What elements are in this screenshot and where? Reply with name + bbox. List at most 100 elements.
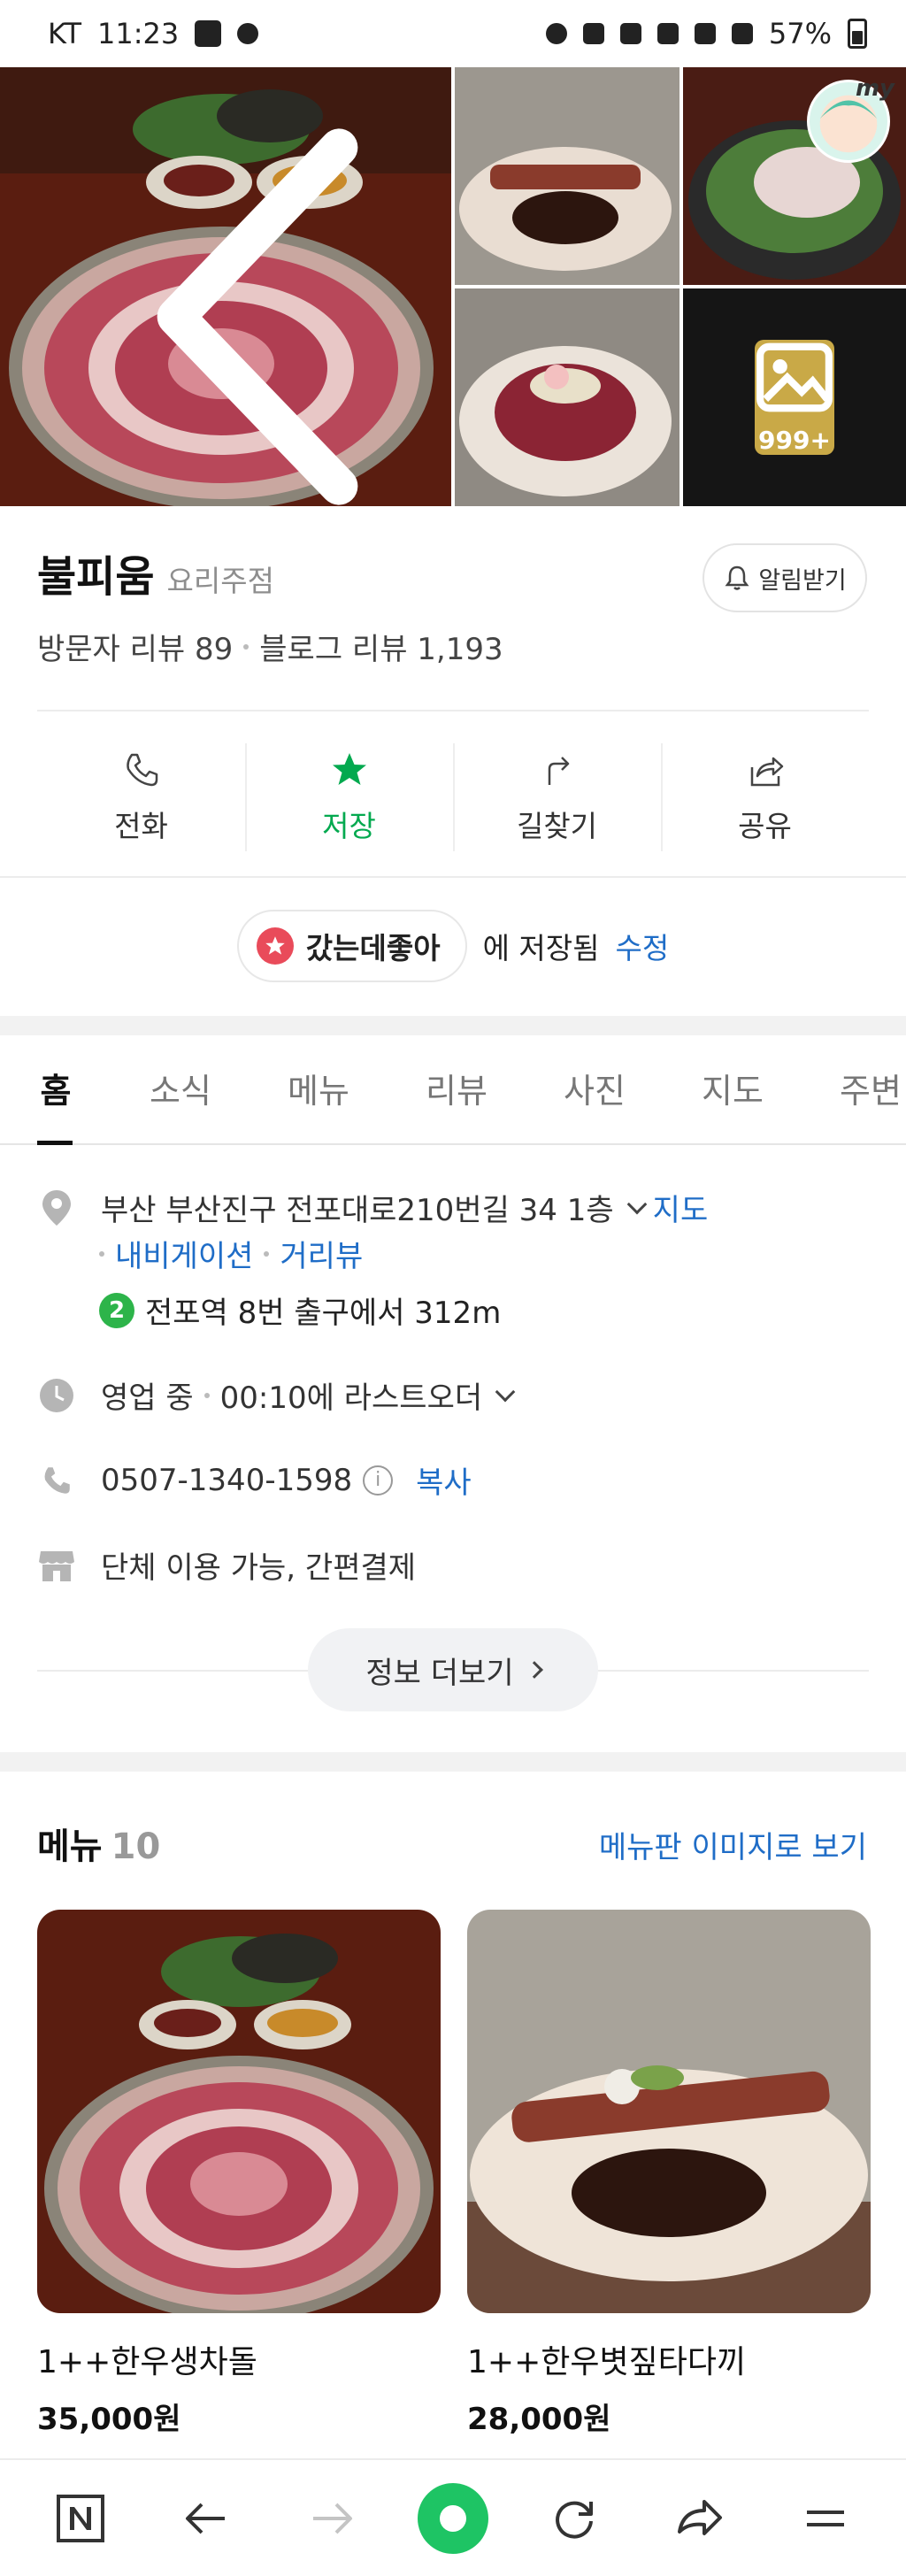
menu-item-price: 28,000원: [467, 2402, 611, 2437]
bell-icon: [725, 565, 749, 590]
my-label-icon: my: [855, 75, 894, 102]
review-summary: 방문자 리뷰 89 블로그 리뷰 1,193: [37, 625, 503, 668]
tab-nearby[interactable]: 주변: [802, 1032, 906, 1143]
navigation-link[interactable]: 내비게이션: [115, 1232, 253, 1275]
hours-detail: 00:10에 라스트오더: [219, 1380, 483, 1416]
subway-text: 전포역 8번 출구에서 312m: [145, 1296, 502, 1331]
wifi-icon: [656, 23, 679, 44]
copy-link[interactable]: 복사: [416, 1458, 472, 1502]
directions-button[interactable]: 길찾기: [453, 734, 661, 860]
info-icon[interactable]: i: [363, 1465, 394, 1496]
menu-item-name: 1++한우볏짚타다끼: [467, 2344, 747, 2380]
separator-dot: [264, 1250, 270, 1257]
more-info-button[interactable]: 정보 더보기: [308, 1628, 598, 1711]
directions-label: 길찾기: [516, 809, 598, 843]
forward-button[interactable]: [292, 2479, 372, 2558]
carrier-label: KT: [48, 17, 82, 50]
chevron-down-icon[interactable]: [495, 1381, 516, 1402]
menu-button[interactable]: [786, 2479, 865, 2558]
photo-gallery[interactable]: my 999+: [0, 67, 906, 506]
tab-home[interactable]: 홈: [0, 1032, 111, 1145]
image-icon: [756, 342, 833, 412]
more-photos-count: 999+: [758, 426, 831, 455]
chevron-right-icon: [525, 1661, 543, 1679]
phone-row: 0507-1340-1598 i 복사: [37, 1458, 472, 1502]
my-profile-avatar[interactable]: my: [807, 75, 894, 163]
battery-icon: [848, 19, 867, 49]
subway-line-badge: 2: [99, 1292, 134, 1328]
tataki-plate-image: [467, 1910, 871, 2313]
gallery-notification-icon: [195, 20, 222, 47]
share-label: 공유: [738, 809, 792, 843]
divider: [0, 876, 906, 878]
mute-icon: [619, 23, 641, 44]
menu-item-image: [467, 1910, 871, 2313]
alarm-button[interactable]: 알림받기: [703, 543, 867, 612]
menu-count: 10: [111, 1826, 161, 1867]
status-bar: KT 11:23 57%: [0, 0, 906, 67]
refresh-button[interactable]: [534, 2479, 614, 2558]
phone-number[interactable]: 0507-1340-1598: [101, 1463, 352, 1498]
separator-dot: [203, 1392, 210, 1398]
menu-item[interactable]: 1++한우생차돌 35,000원: [37, 1910, 441, 2438]
location-pin-icon: [37, 1188, 76, 1227]
main-photo[interactable]: [0, 67, 451, 506]
share-button[interactable]: 공유: [661, 734, 869, 860]
share-icon: [750, 757, 783, 787]
beef-platter-image: [37, 1910, 441, 2313]
place-title-row: 불피움 요리주점: [37, 542, 274, 604]
tab-map[interactable]: 지도: [664, 1032, 802, 1143]
separator-dot: [243, 643, 250, 650]
hamburger-icon: [807, 2510, 844, 2526]
divider: [37, 710, 869, 711]
more-info-label: 정보 더보기: [365, 1655, 514, 1691]
phone-icon: [37, 1461, 76, 1500]
clock-icon: [37, 1376, 76, 1415]
tab-photos[interactable]: 사진: [526, 1032, 664, 1143]
menu-item-image: [37, 1910, 441, 2313]
hd-icon: [694, 23, 716, 44]
map-link[interactable]: 지도: [653, 1186, 709, 1229]
visitor-reviews-link[interactable]: 방문자 리뷰 89: [37, 625, 233, 668]
share-arrow-icon: [678, 2499, 722, 2535]
hours-row[interactable]: 영업 중 00:10에 라스트오더: [37, 1373, 521, 1417]
menu-board-link[interactable]: 메뉴판 이미지로 보기: [599, 1823, 867, 1866]
alarm-icon: [545, 23, 567, 44]
save-button[interactable]: 저장: [245, 734, 453, 860]
blog-reviews-link[interactable]: 블로그 리뷰 1,193: [259, 625, 503, 668]
green-dot-icon: [440, 2504, 466, 2532]
directions-icon: [548, 757, 569, 785]
tab-reviews[interactable]: 리뷰: [388, 1032, 526, 1143]
street-view-link[interactable]: 거리뷰: [280, 1232, 363, 1275]
share-page-button[interactable]: [660, 2479, 740, 2558]
tab-news[interactable]: 소식: [111, 1032, 250, 1143]
phone-icon: [126, 753, 157, 787]
menu-item[interactable]: 1++한우볏짚타다끼 28,000원: [467, 1910, 871, 2438]
chevron-down-icon[interactable]: [626, 1194, 647, 1214]
back-button[interactable]: [166, 2479, 246, 2558]
bluetooth-icon: [582, 23, 604, 44]
back-icon[interactable]: [32, 97, 451, 506]
more-photos-badge[interactable]: 999+: [755, 340, 834, 455]
photo-thumb-1[interactable]: [455, 67, 680, 285]
photo-thumb-3[interactable]: [455, 288, 680, 506]
section-separator: [0, 1752, 906, 1772]
store-icon: [37, 1546, 76, 1585]
call-button[interactable]: 전화: [37, 734, 245, 860]
naver-n-icon: [57, 2494, 104, 2542]
place-category: 요리주점: [166, 564, 274, 598]
saved-list-chip[interactable]: 갔는데좋아: [236, 910, 467, 982]
battery-percent: 57%: [768, 17, 832, 50]
menu-item-name: 1++한우생차돌: [37, 2344, 257, 2380]
tab-menu[interactable]: 메뉴: [250, 1032, 388, 1143]
refresh-icon: [556, 2501, 593, 2539]
naver-home-button[interactable]: [41, 2479, 120, 2558]
arrow-left-icon: [186, 2503, 225, 2534]
saved-suffix: 에 저장됨: [482, 931, 600, 965]
saved-edit-link[interactable]: 수정: [616, 925, 670, 967]
star-icon: [332, 753, 366, 785]
photo-more-tile[interactable]: 999+: [683, 288, 906, 506]
amenities-text: 단체 이용 가능, 간편결제: [101, 1550, 417, 1586]
green-dot-button[interactable]: [418, 2482, 488, 2554]
photo-thumb-2[interactable]: my: [683, 67, 906, 285]
